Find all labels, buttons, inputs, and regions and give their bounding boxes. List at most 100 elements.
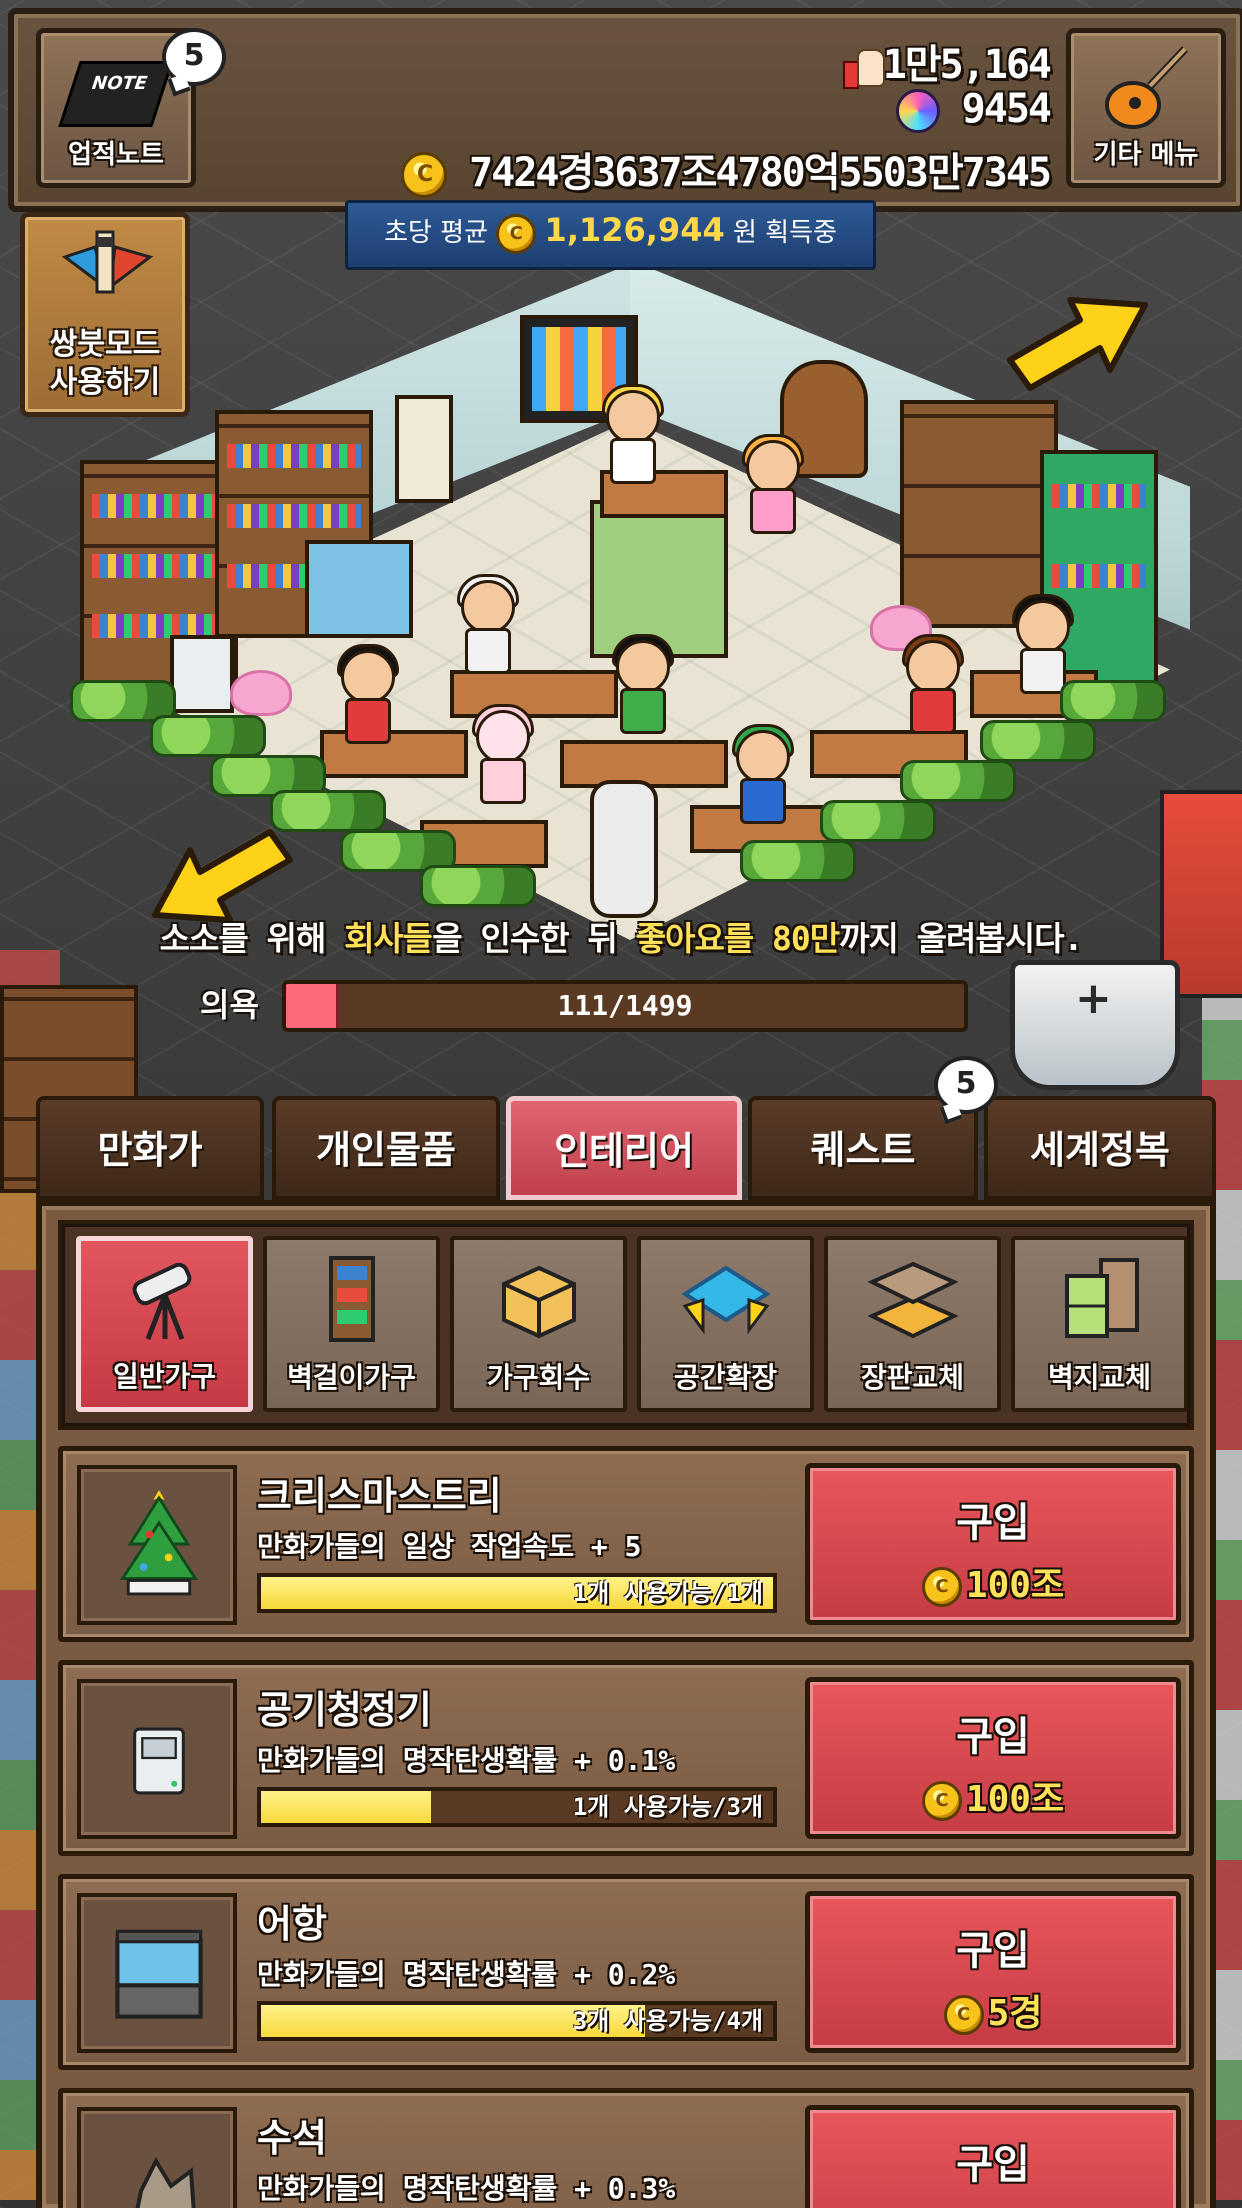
quest-message: 소소를 위해 회사들을 인수한 뒤 좋아요를 80만까지 올려봅시다.	[0, 912, 1242, 960]
main-tabs: 만화가 개인물품 인테리어 퀘스트 세계정복 5	[36, 1056, 1216, 1204]
list-item: 크리스마스트리 만화가들의 일상 작업속도 + 5 1개 사용가능/1개 구입 …	[58, 1446, 1194, 1642]
income-value: 1,126,944	[544, 211, 725, 249]
tab-interior[interactable]: 인테리어	[506, 1096, 742, 1200]
dual-brush-mode-button[interactable]: 쌍붓모드 사용하기	[20, 212, 190, 417]
notebook-cover-text: NOTE	[88, 73, 151, 94]
quest-text: 을 인수한 뒤	[432, 919, 636, 958]
item-thumbnail	[77, 1465, 237, 1625]
buy-button[interactable]: 구입 C 100조	[805, 1463, 1181, 1625]
item-stock-fill	[261, 1791, 432, 1823]
hedge	[740, 840, 856, 882]
tab-cartoonist[interactable]: 만화가	[36, 1096, 264, 1200]
interior-panel: 일반가구 벽걸이가구 가구회수 공간확장 장판교체 벽지교체 크리스마스트리 만…	[36, 1200, 1216, 2208]
item-description: 만화가들의 일상 작업속도 + 5	[257, 1530, 642, 1563]
subtab-label: 일반가구	[112, 1360, 217, 1393]
notebook-icon: NOTE	[58, 61, 174, 127]
item-name: 수석	[257, 2116, 327, 2160]
quest-highlight: 좋아요를 80만	[635, 919, 840, 958]
gem-icon	[895, 89, 940, 133]
item-thumbnail	[77, 1893, 237, 2053]
subtab-label: 가구회수	[486, 1361, 591, 1394]
dual-brush-mode-line2: 사용하기	[49, 365, 161, 400]
achievement-note-label: 업적노트	[68, 140, 164, 170]
cartoonist-character[interactable]	[610, 634, 674, 734]
coin-icon: C	[401, 152, 448, 198]
scroll-up-right-arrow-icon[interactable]	[1000, 290, 1150, 400]
floor-tile-icon	[867, 1261, 958, 1339]
list-item: 어항 만화가들의 명작탄생확률 + 0.2% 3개 사용가능/4개 구입 C 5경	[58, 1874, 1194, 2070]
hedge	[1060, 680, 1166, 722]
tab-personal-items[interactable]: 개인물품	[272, 1096, 500, 1200]
coin-icon: C	[496, 213, 537, 254]
small-bookshelf[interactable]	[590, 500, 728, 658]
item-stock-bar: 3개 사용가능/4개	[257, 2001, 777, 2041]
likes-value: 1만5,164	[882, 42, 1052, 88]
cartoonist-character[interactable]	[335, 644, 399, 744]
subtab-wall-furniture[interactable]: 벽걸이가구	[263, 1236, 440, 1412]
wall-scroll[interactable]	[395, 395, 453, 503]
bookshelf-icon	[328, 1256, 375, 1342]
hospital-building	[1010, 960, 1180, 1090]
stone-icon	[135, 2156, 196, 2208]
buy-button[interactable]: 구입	[805, 2105, 1181, 2208]
cartoonist-character[interactable]	[900, 634, 964, 734]
item-price: C 100조	[810, 1770, 1176, 1822]
item-stock-bar: 1개 사용가능/3개	[257, 1787, 777, 1827]
subtab-floor-change[interactable]: 장판교체	[824, 1236, 1001, 1412]
dual-brush-mode-line1: 쌍붓모드	[49, 327, 161, 362]
quest-badge: 5	[934, 1056, 998, 1114]
subtab-general-furniture[interactable]: 일반가구	[76, 1236, 253, 1412]
item-thumbnail	[77, 1679, 237, 1839]
buy-label: 구입	[956, 1500, 1030, 1546]
item-description: 만화가들의 명작탄생확률 + 0.1%	[257, 1744, 676, 1777]
subtab-space-expansion[interactable]: 공간확장	[637, 1236, 814, 1412]
list-item: 수석 만화가들의 명작탄생확률 + 0.3% 구입	[58, 2088, 1194, 2208]
buy-label: 구입	[956, 1928, 1030, 1974]
coins-value: 7424경3637조4780억5503만7345	[469, 150, 1052, 196]
price-value: 100조	[965, 1565, 1065, 1606]
item-name: 공기청정기	[257, 1688, 432, 1732]
interior-category-bar: 일반가구 벽걸이가구 가구회수 공간확장 장판교체 벽지교체	[58, 1220, 1194, 1430]
quest-text: 까지 올려봅시다.	[839, 919, 1083, 958]
bunny-character[interactable]	[470, 704, 534, 804]
old-master-character[interactable]	[455, 574, 519, 674]
item-stock-text: 1개 사용가능/1개	[572, 1579, 763, 1607]
likes-counter: 1만5,164	[842, 32, 1052, 90]
buy-button[interactable]: 구입 C 5경	[805, 1891, 1181, 2053]
coins-counter: C 7424경3637조4780억5503만7345	[401, 140, 1052, 198]
motivation-label: 의욕	[200, 986, 259, 1024]
other-menu-label: 기타 메뉴	[1093, 140, 1199, 170]
guitar-icon	[1105, 46, 1188, 129]
other-menu-button[interactable]: 기타 메뉴	[1066, 28, 1226, 188]
air-purifier-icon	[133, 1727, 185, 1795]
item-description: 만화가들의 명작탄생확률 + 0.3%	[257, 2172, 676, 2205]
item-price: C 100조	[810, 1556, 1176, 1608]
cartoonist-character[interactable]	[1010, 594, 1074, 694]
income-per-second-bar: 초당 평균 C 1,126,944 원 획득중	[345, 200, 876, 270]
item-thumbnail	[77, 2107, 237, 2208]
air-purifier[interactable]	[170, 635, 234, 713]
cartoonist-character[interactable]	[600, 384, 664, 484]
item-name: 어항	[257, 1902, 327, 1946]
buy-button[interactable]: 구입 C 100조	[805, 1677, 1181, 1839]
motivation-value: 111/1499	[557, 989, 693, 1022]
princess-character[interactable]	[740, 434, 804, 534]
item-stock-bar: 1개 사용가능/1개	[257, 1573, 777, 1613]
subtab-furniture-recall[interactable]: 가구회수	[450, 1236, 627, 1412]
telescope-icon	[132, 1262, 191, 1340]
price-value: 5경	[987, 1993, 1043, 2034]
income-suffix: 원 획득중	[732, 218, 837, 248]
cartoonist-character[interactable]	[730, 724, 794, 824]
crate-icon	[501, 1265, 576, 1339]
subtab-label: 장판교체	[860, 1361, 965, 1394]
heart-decoration	[230, 670, 292, 716]
thumbs-up-icon	[842, 49, 885, 89]
telescope[interactable]	[590, 780, 658, 918]
aquarium[interactable]	[305, 540, 413, 638]
item-stock-text: 3개 사용가능/4개	[572, 2007, 763, 2035]
hedge	[150, 715, 266, 757]
buy-label: 구입	[956, 2142, 1030, 2188]
subtab-wallpaper-change[interactable]: 벽지교체	[1011, 1236, 1188, 1412]
coin-icon: C	[943, 1995, 984, 2035]
tab-world-conquest[interactable]: 세계정복	[984, 1096, 1216, 1200]
